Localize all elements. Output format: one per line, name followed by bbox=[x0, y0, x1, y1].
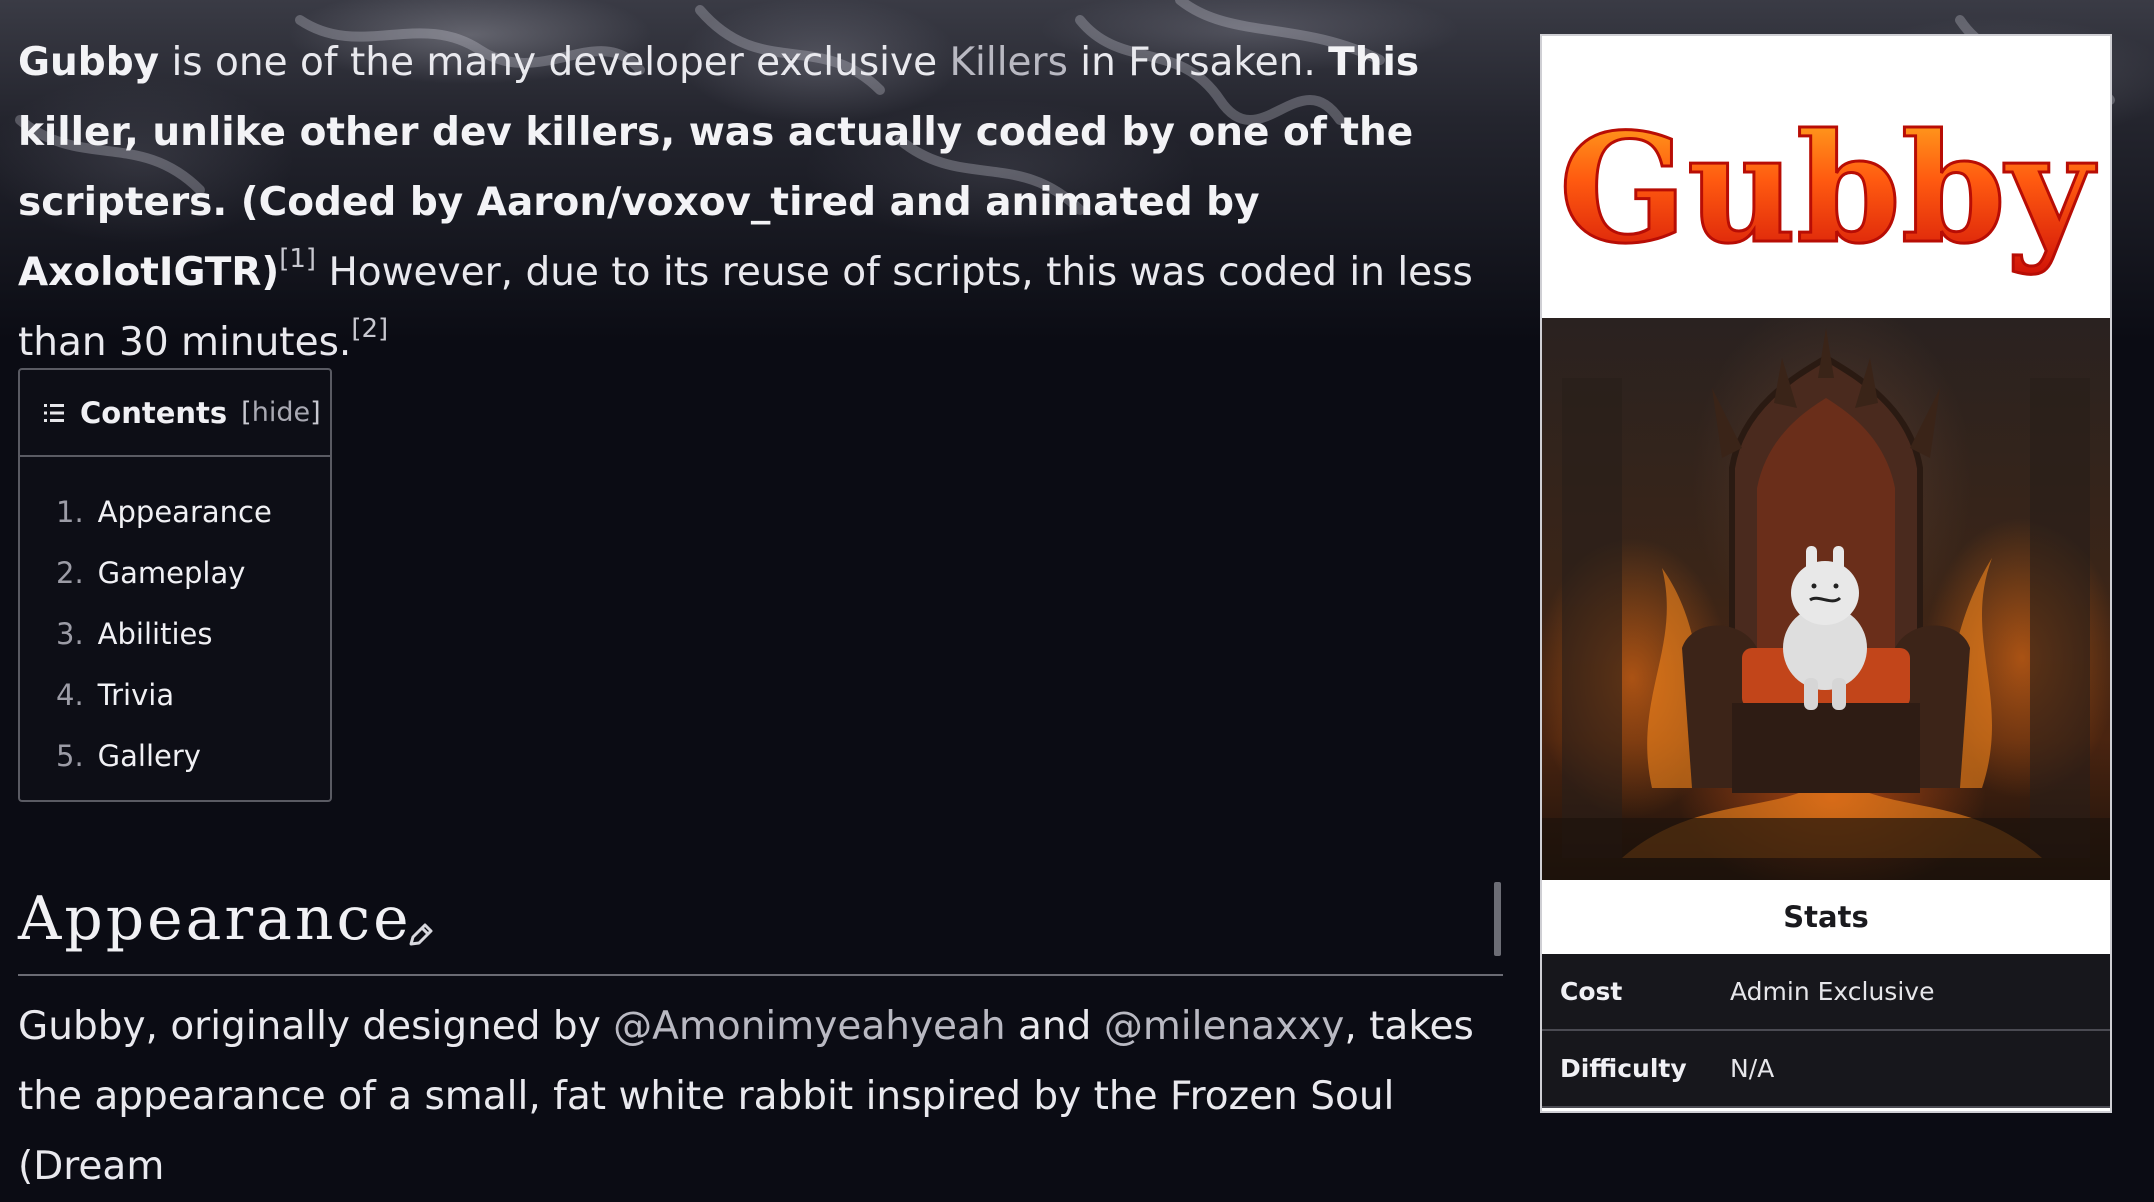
article-subject: Gubby bbox=[18, 40, 160, 85]
stat-value: N/A bbox=[1730, 1054, 1775, 1083]
appearance-section-header: Appearance bbox=[18, 866, 1503, 976]
toc-title: Contents bbox=[80, 395, 228, 430]
intro-paragraph: Gubby is one of the many developer exclu… bbox=[18, 28, 1503, 378]
toc-item-trivia[interactable]: 4. Trivia bbox=[56, 664, 330, 725]
toc-item-label[interactable]: Gameplay bbox=[98, 556, 246, 590]
toc-item-label[interactable]: Trivia bbox=[98, 678, 174, 712]
character-infobox: Gubby Stats Cost Admin Exclusive Difficu… bbox=[1540, 34, 2112, 1113]
logo-text: Gubby bbox=[1559, 101, 2097, 277]
toc-item-appearance[interactable]: 1. Appearance bbox=[56, 481, 330, 542]
toc-item-label[interactable]: Gallery bbox=[98, 739, 201, 773]
toc-hide-link[interactable]: hide bbox=[252, 397, 310, 428]
killers-link[interactable]: Killers bbox=[949, 40, 1067, 85]
stat-value: Admin Exclusive bbox=[1730, 977, 1935, 1006]
pencil-edit-icon[interactable] bbox=[406, 920, 436, 950]
appearance-heading: Appearance bbox=[18, 884, 412, 954]
designer-link-1[interactable]: @Amonimyeahyeah bbox=[613, 1004, 1005, 1049]
toc-item-gameplay[interactable]: 2. Gameplay bbox=[56, 542, 330, 603]
toc-item-gallery[interactable]: 5. Gallery bbox=[56, 725, 330, 786]
toc-item-label[interactable]: Appearance bbox=[98, 495, 272, 529]
scrollbar-thumb[interactable] bbox=[1494, 882, 1501, 956]
toc-list: 1. Appearance 2. Gameplay 3. Abilities 4. Tr… bbox=[20, 457, 330, 786]
table-of-contents: Contents [hide] 1. Appearance 2. Gameplay … bbox=[18, 368, 332, 802]
article-content: Gubby is one of the many developer exclu… bbox=[18, 28, 1503, 1189]
stat-row-difficulty: Difficulty N/A bbox=[1542, 1031, 2110, 1108]
toc-item-abilities[interactable]: 3. Abilities bbox=[56, 603, 330, 664]
character-portrait-image bbox=[1542, 318, 2110, 880]
designer-link-2[interactable]: @milenaxxy bbox=[1104, 1004, 1345, 1049]
stats-table: Cost Admin Exclusive Difficulty N/A bbox=[1542, 954, 2110, 1108]
stat-label: Cost bbox=[1560, 977, 1623, 1006]
reference-1[interactable]: [1] bbox=[279, 244, 316, 274]
list-icon bbox=[44, 403, 64, 423]
toc-hide-toggle[interactable]: [hide] bbox=[241, 397, 320, 428]
toc-item-label[interactable]: Abilities bbox=[98, 617, 213, 651]
reference-2[interactable]: [2] bbox=[351, 314, 388, 344]
stats-header: Stats bbox=[1542, 880, 2110, 954]
intro-text-2: in Forsaken. bbox=[1067, 40, 1329, 85]
intro-text-1: is one of the many developer exclusive bbox=[159, 40, 950, 85]
gubby-logo: Gubby bbox=[1542, 36, 2110, 318]
stat-label: Difficulty bbox=[1560, 1054, 1687, 1083]
stat-row-cost: Cost Admin Exclusive bbox=[1542, 954, 2110, 1031]
appearance-paragraph: Gubby, originally designed by @Amonimyea… bbox=[18, 1004, 1474, 1189]
toc-header: Contents [hide] bbox=[20, 370, 330, 457]
